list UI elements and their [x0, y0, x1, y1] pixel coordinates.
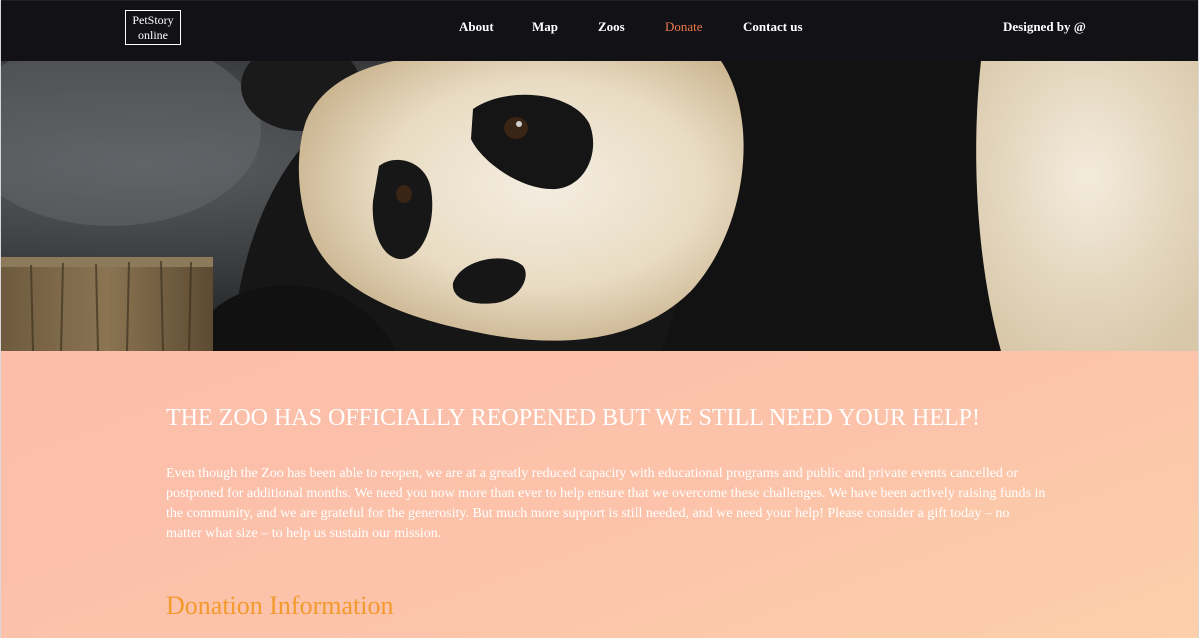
designer-credit: Designed by @ — [1003, 19, 1086, 34]
panda-illustration — [1, 61, 1198, 351]
reopen-headline: THE ZOO HAS OFFICIALLY REOPENED BUT WE S… — [166, 405, 980, 431]
nav-zoos[interactable]: Zoos — [598, 19, 625, 35]
logo-line-1: PetStory — [132, 12, 174, 27]
nav-about[interactable]: About — [459, 19, 494, 35]
donation-content: THE ZOO HAS OFFICIALLY REOPENED BUT WE S… — [1, 351, 1198, 638]
logo-line-2: online — [138, 27, 168, 42]
nav-contact[interactable]: Contact us — [743, 19, 803, 35]
hero-panda-image — [1, 61, 1198, 351]
top-navbar: PetStory online About Map Zoos Donate Co… — [1, 0, 1198, 62]
donation-info-heading: Donation Information — [166, 591, 394, 620]
intro-paragraph: Even though the Zoo has been able to reo… — [166, 466, 1046, 541]
site-logo[interactable]: PetStory online — [125, 10, 181, 45]
page: PetStory online About Map Zoos Donate Co… — [0, 0, 1199, 638]
nav-donate[interactable]: Donate — [665, 19, 703, 35]
nav-map[interactable]: Map — [532, 19, 558, 35]
